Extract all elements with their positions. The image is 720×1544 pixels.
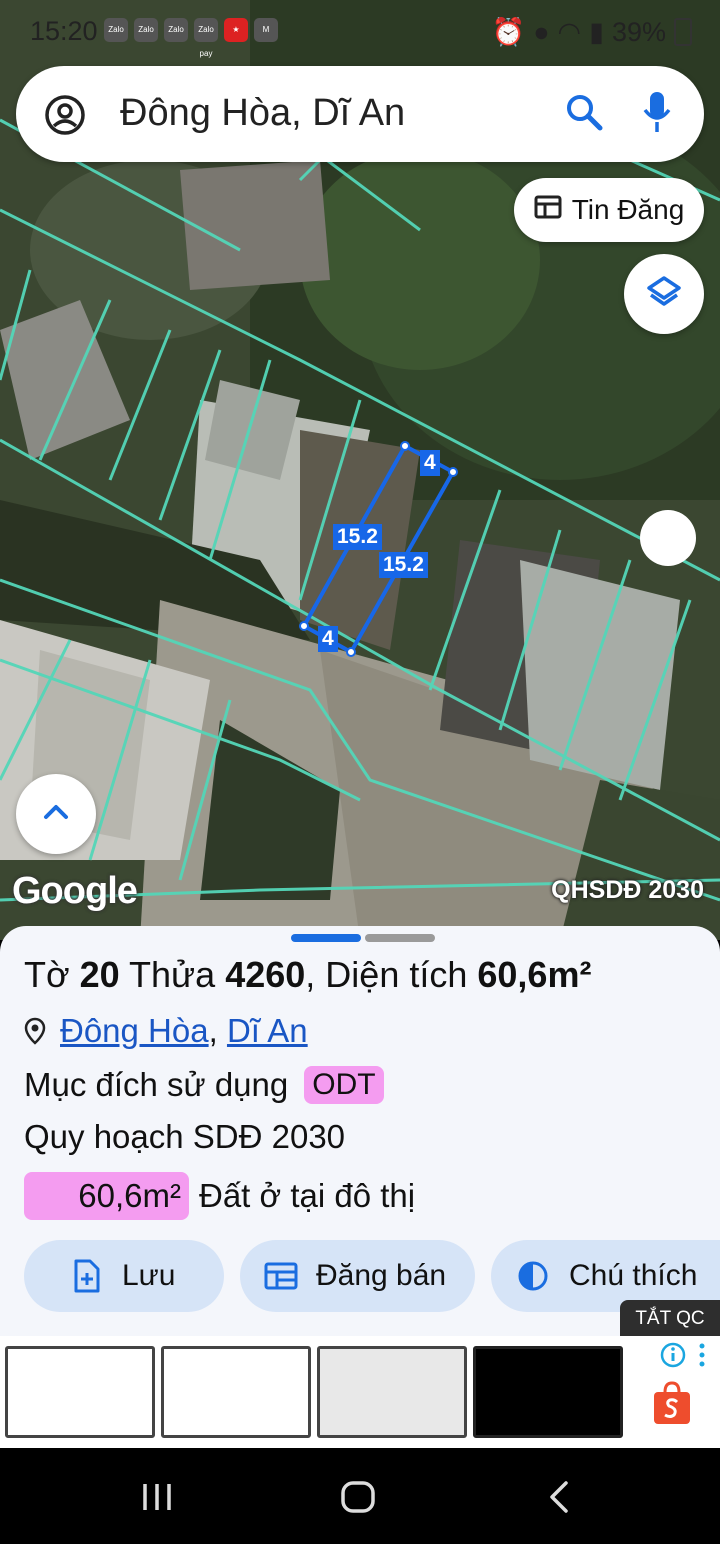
save-label: Lưu [122,1259,176,1292]
tin-dang-label: Tin Đăng [571,194,685,225]
save-button[interactable]: Lưu [24,1240,224,1312]
usage-code-badge: ODT [304,1066,384,1104]
tin-dang-button[interactable]: Tin Đăng [514,178,704,242]
zalo-icon: Zalo [164,18,188,42]
area-row: 60,6m² Đất ở tại đô thị [24,1172,415,1220]
contrast-icon [517,1260,549,1292]
recents-icon[interactable] [140,1482,174,1517]
wifi-icon: ◠ [557,16,582,47]
layers-button[interactable] [624,254,704,334]
ward-link[interactable]: Đông Hòa [60,1012,209,1050]
handle-active [291,934,361,942]
status-time: 15:20 [30,16,98,46]
parcel-dim-top: 4 [420,450,440,476]
status-bar: 15:20 Zalo Zalo Zalo Zalo pay ★ M ⏰ ● ◠ … [0,0,720,62]
search-bar[interactable]: Đông Hòa, Dĩ An [16,66,704,162]
gmail-icon: M [254,18,278,42]
thua-value: 4260 [225,954,306,995]
overlay-label: QHSDĐ 2030 [551,876,704,904]
ad-more-icon[interactable] [698,1342,706,1373]
alarm-icon: ⏰ [491,17,526,47]
table-icon [534,194,562,227]
search-input[interactable]: Đông Hòa, Dĩ An [120,92,405,135]
handle-inactive [365,934,435,942]
ad-banner[interactable] [0,1336,720,1448]
sheet-handles[interactable] [291,934,435,942]
expand-up-button[interactable] [16,774,96,854]
status-right: ⏰ ● ◠ ▮ 39% [492,16,692,48]
area-description: Đất ở tại đô thị [199,1177,416,1214]
search-icon[interactable] [564,92,604,137]
zalopay-icon: Zalo pay [194,18,218,58]
google-logo: Google [12,870,138,912]
zalo-icon: Zalo [104,18,128,42]
home-icon[interactable] [340,1480,376,1519]
ad-product-image[interactable] [317,1346,467,1438]
usage-label: Mục đích sử dụng [24,1066,289,1103]
account-icon[interactable] [44,94,86,141]
parcel-location: Đông Hòa, Dĩ An [24,1012,308,1050]
hide-ad-button[interactable]: TẮT QC [620,1300,720,1338]
microphone-icon[interactable] [642,90,672,139]
to-label: Tờ [24,954,70,995]
parcel-dim-bottom: 4 [318,626,338,652]
thua-label: Thửa [129,954,216,995]
ad-product-image[interactable] [161,1346,311,1438]
ad-info-icon[interactable] [660,1342,686,1373]
notification-icons: Zalo Zalo Zalo Zalo pay ★ M [104,18,278,58]
dien-tich-label: Diện tích [325,954,468,995]
map-side-handle[interactable] [640,510,696,566]
legend-label: Chú thích [569,1259,698,1292]
dien-tich-value: 60,6m² [477,954,592,995]
parcel-title: Tờ 20 Thửa 4260, Diện tích 60,6m² [24,954,592,995]
post-sale-label: Đăng bán [316,1259,447,1292]
parcel-info-sheet: Tờ 20 Thửa 4260, Diện tích 60,6m² Đông H… [0,926,720,1336]
system-nav-bar [0,1448,720,1544]
battery-text: 39% [611,16,666,47]
location-pin-icon [24,1017,46,1045]
location-icon: ● [533,16,550,47]
add-document-icon [72,1259,102,1293]
ad-product-image[interactable] [473,1346,623,1438]
parcel-dim-right: 15.2 [379,552,428,578]
zalo-icon: Zalo [134,18,158,42]
area-badge: 60,6m² [24,1172,189,1220]
star-app-icon: ★ [224,18,248,42]
chevron-up-icon [43,804,69,825]
table-icon [264,1261,298,1291]
planning-label: Quy hoạch SDĐ 2030 [24,1118,346,1155]
shopee-icon[interactable] [650,1380,694,1431]
signal-icon: ▮ [589,16,604,47]
to-value: 20 [79,954,120,995]
back-icon[interactable] [548,1480,570,1519]
parcel-dim-left: 15.2 [333,524,382,550]
battery-icon [674,18,692,46]
ad-product-image[interactable] [5,1346,155,1438]
post-sale-button[interactable]: Đăng bán [240,1240,475,1312]
city-link[interactable]: Dĩ An [227,1012,308,1050]
layers-icon [644,272,684,317]
map-view[interactable]: 4 15.2 15.2 4 15:20 Zalo Zalo Zalo Zalo … [0,0,720,940]
usage-row: Mục đích sử dụng ODT [24,1066,384,1104]
